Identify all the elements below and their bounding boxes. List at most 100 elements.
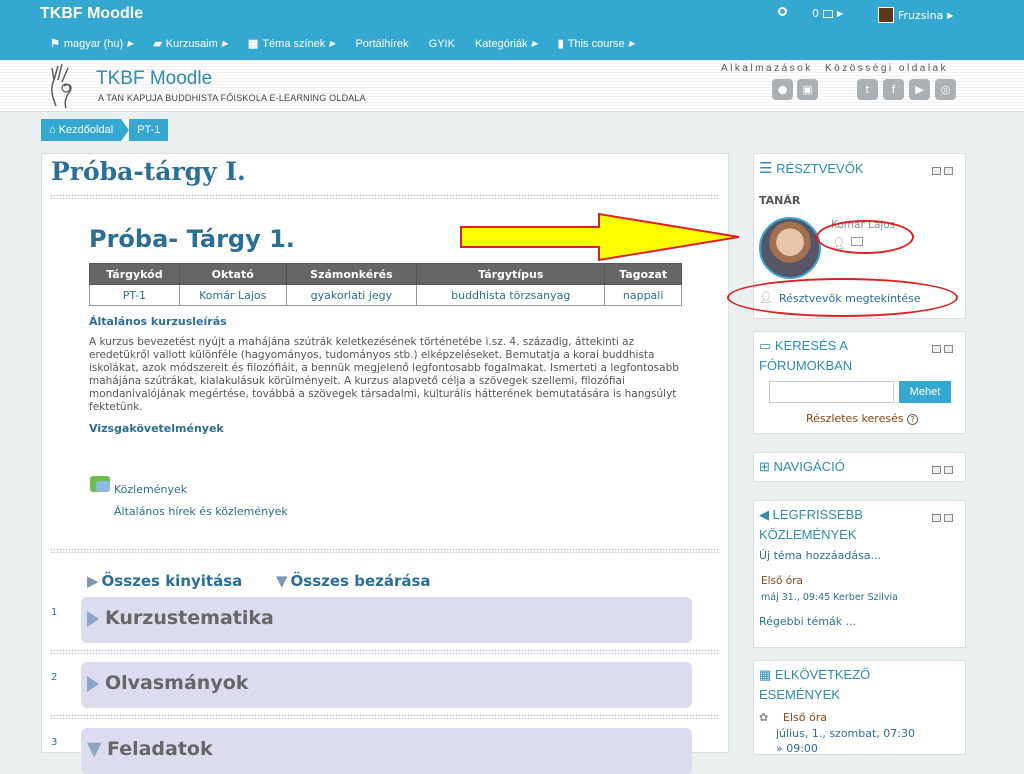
block-title-text: ELKÖVETKEZŐ [774, 667, 871, 682]
section-olvasmanyok[interactable]: Olvasmányok [81, 662, 692, 708]
event-title[interactable]: Első óra [783, 711, 827, 724]
block-expand-icon[interactable] [932, 466, 941, 474]
top-navbar: TKBF Moodle 0 ▶ Fruzsina ▶ ⚑ magyar (hu) ▶… [0, 0, 1024, 60]
block-dock-icon[interactable] [944, 167, 953, 175]
forum-description: Általános hírek és közlemények [114, 505, 288, 518]
section-toggle-icon [87, 611, 99, 627]
android-icon[interactable]: ▣ [797, 79, 818, 100]
globe-icon[interactable]: ◎ [935, 79, 956, 100]
description-heading: Általános kurzusleírás [89, 315, 227, 328]
section-toggle-icon: ▼ [87, 738, 102, 760]
block-collapse-icon[interactable] [932, 167, 941, 175]
section-title: Olvasmányok [105, 672, 249, 694]
forum-link[interactable]: Közlemények [114, 483, 187, 496]
block-dock-icon[interactable] [944, 514, 953, 522]
teacher-avatar[interactable] [759, 217, 821, 279]
search-go-button[interactable]: Mehet [899, 381, 951, 403]
twitter-icon[interactable]: t [857, 79, 878, 100]
advanced-search-link[interactable]: Részletes keresés ? [806, 412, 919, 425]
block-title: ▦ ELKÖVETKEZŐ ESEMÉNYEK [759, 665, 870, 705]
upcoming-events-block: ▦ ELKÖVETKEZŐ ESEMÉNYEK ✿ Első óra július… [753, 660, 966, 755]
older-topics-link[interactable]: Régebbi témák ... [759, 615, 856, 628]
advanced-search-label: Részletes keresés [806, 412, 904, 425]
divider [50, 714, 720, 719]
block-dock-icon[interactable] [944, 466, 953, 474]
messages-count[interactable]: 0 [812, 7, 819, 20]
news-item-date: máj 31., 09:45 [761, 592, 831, 603]
site-subtitle: A TAN KAPUJA BUDDHISTA FŐISKOLA E-LEARNI… [98, 93, 366, 103]
menu-portal-news[interactable]: Portálhírek [355, 37, 408, 50]
section-feladatok[interactable]: ▼ Feladatok [81, 728, 692, 774]
youtube-icon[interactable]: ▶ [909, 79, 930, 100]
table-header: Tárgykód [89, 263, 180, 285]
news-item-author[interactable]: Kerber Szilvia [833, 592, 898, 603]
menu-faq[interactable]: GYIK [429, 37, 455, 50]
menu-label: This course [567, 37, 625, 50]
breadcrumb-course[interactable]: PT-1 [129, 119, 169, 141]
section-title: Feladatok [107, 738, 213, 760]
mail-icon[interactable] [823, 9, 833, 18]
block-title: ▭ KERESÉS A FÓRUMOKBAN [759, 336, 852, 376]
facebook-icon[interactable]: f [883, 79, 904, 100]
user-menu[interactable]: Fruzsina [898, 9, 943, 22]
collapse-all-label: Összes bezárása [290, 572, 431, 590]
help-icon[interactable]: ? [907, 414, 919, 425]
event-time: » 09:00 [776, 742, 818, 755]
section-kurzustematika[interactable]: Kurzustematika [81, 597, 692, 643]
section-toggle-icon [87, 676, 99, 692]
highlight-ellipse [727, 278, 958, 317]
event-date[interactable]: július, 1., szombat, 07:30 [776, 727, 915, 740]
target-icon[interactable] [778, 7, 787, 16]
divider [50, 649, 720, 654]
list-icon: ☰ [759, 160, 773, 177]
latest-news-block: ◀ LEGFRISSEBB KÖZLEMÉNYEK Új téma hozzáad… [753, 500, 966, 648]
collapse-triangle-icon: ▼ [276, 572, 288, 590]
menu-theme-colors[interactable]: ▦ Téma színek ▶ [248, 37, 336, 51]
expand-all-button[interactable]: ▶ Összes kinyitása [87, 572, 242, 590]
apple-icon[interactable]: ● [772, 79, 793, 100]
menu-my-courses[interactable]: ▰ Kurzusaim ▶ [153, 37, 228, 51]
user-caret-icon[interactable]: ▶ [947, 11, 953, 20]
logo-hand-icon [51, 63, 72, 109]
social-label: Közösségi oldalak [825, 63, 949, 74]
megaphone-icon: ◀ [759, 507, 769, 522]
forum-icon [90, 476, 110, 492]
menu-categories[interactable]: Kategóriák ▶ [475, 37, 538, 50]
block-collapse-icon[interactable] [932, 514, 941, 522]
divider [50, 548, 720, 553]
caret-icon: ▶ [329, 39, 336, 48]
site-header: TKBF Moodle A TAN KAPUJA BUDDHISTA FŐISK… [0, 60, 1024, 112]
site-name[interactable]: TKBF Moodle [96, 68, 212, 90]
forum-search-input[interactable] [769, 381, 894, 403]
add-topic-link[interactable]: Új téma hozzáadása... [759, 549, 881, 562]
section-number: 2 [51, 672, 58, 683]
brand-link[interactable]: TKBF Moodle [40, 5, 143, 23]
course-title: Próba- Tárgy 1. [89, 225, 295, 253]
menu-label: Téma színek [262, 37, 326, 50]
caret-icon: ▶ [531, 39, 538, 48]
page-title: Próba-tárgy I. [51, 157, 246, 186]
block-title-text: FÓRUMOKBAN [759, 358, 853, 373]
collapse-all-button[interactable]: ▼ Összes bezárása [276, 572, 431, 590]
menu-this-course[interactable]: ▮ This course ▶ [558, 37, 635, 51]
briefcase-icon: ▰ [153, 38, 162, 50]
description-text: A kurzus bevezetést nyújt a mahájána szú… [89, 336, 679, 413]
expand-all-label: Összes kinyitása [101, 572, 243, 590]
requirements-heading: Vizsgakövetelmények [89, 422, 224, 435]
messages-caret-icon[interactable]: ▶ [837, 9, 843, 18]
avatar[interactable] [878, 7, 894, 23]
breadcrumb-home[interactable]: ⌂ Kezdőoldal [41, 119, 122, 141]
highlight-ellipse [816, 220, 914, 254]
block-collapse-icon[interactable] [932, 345, 941, 353]
event-icon: ✿ [759, 711, 769, 724]
block-dock-icon[interactable] [944, 345, 953, 353]
block-title-text: NAVIGÁCIÓ [773, 459, 845, 474]
block-title-text: RÉSZTVEVŐK [776, 161, 864, 176]
breadcrumb-label: Kezdőoldal [58, 124, 114, 136]
menu-label: Kurzusaim [165, 37, 218, 50]
table-cell: gyakorlati jegy [285, 284, 418, 306]
caret-icon: ▶ [127, 39, 134, 48]
news-item-title[interactable]: Első óra [761, 575, 803, 587]
menu-label: Kategóriák [474, 37, 528, 50]
menu-language[interactable]: ⚑ magyar (hu) ▶ [50, 37, 134, 51]
